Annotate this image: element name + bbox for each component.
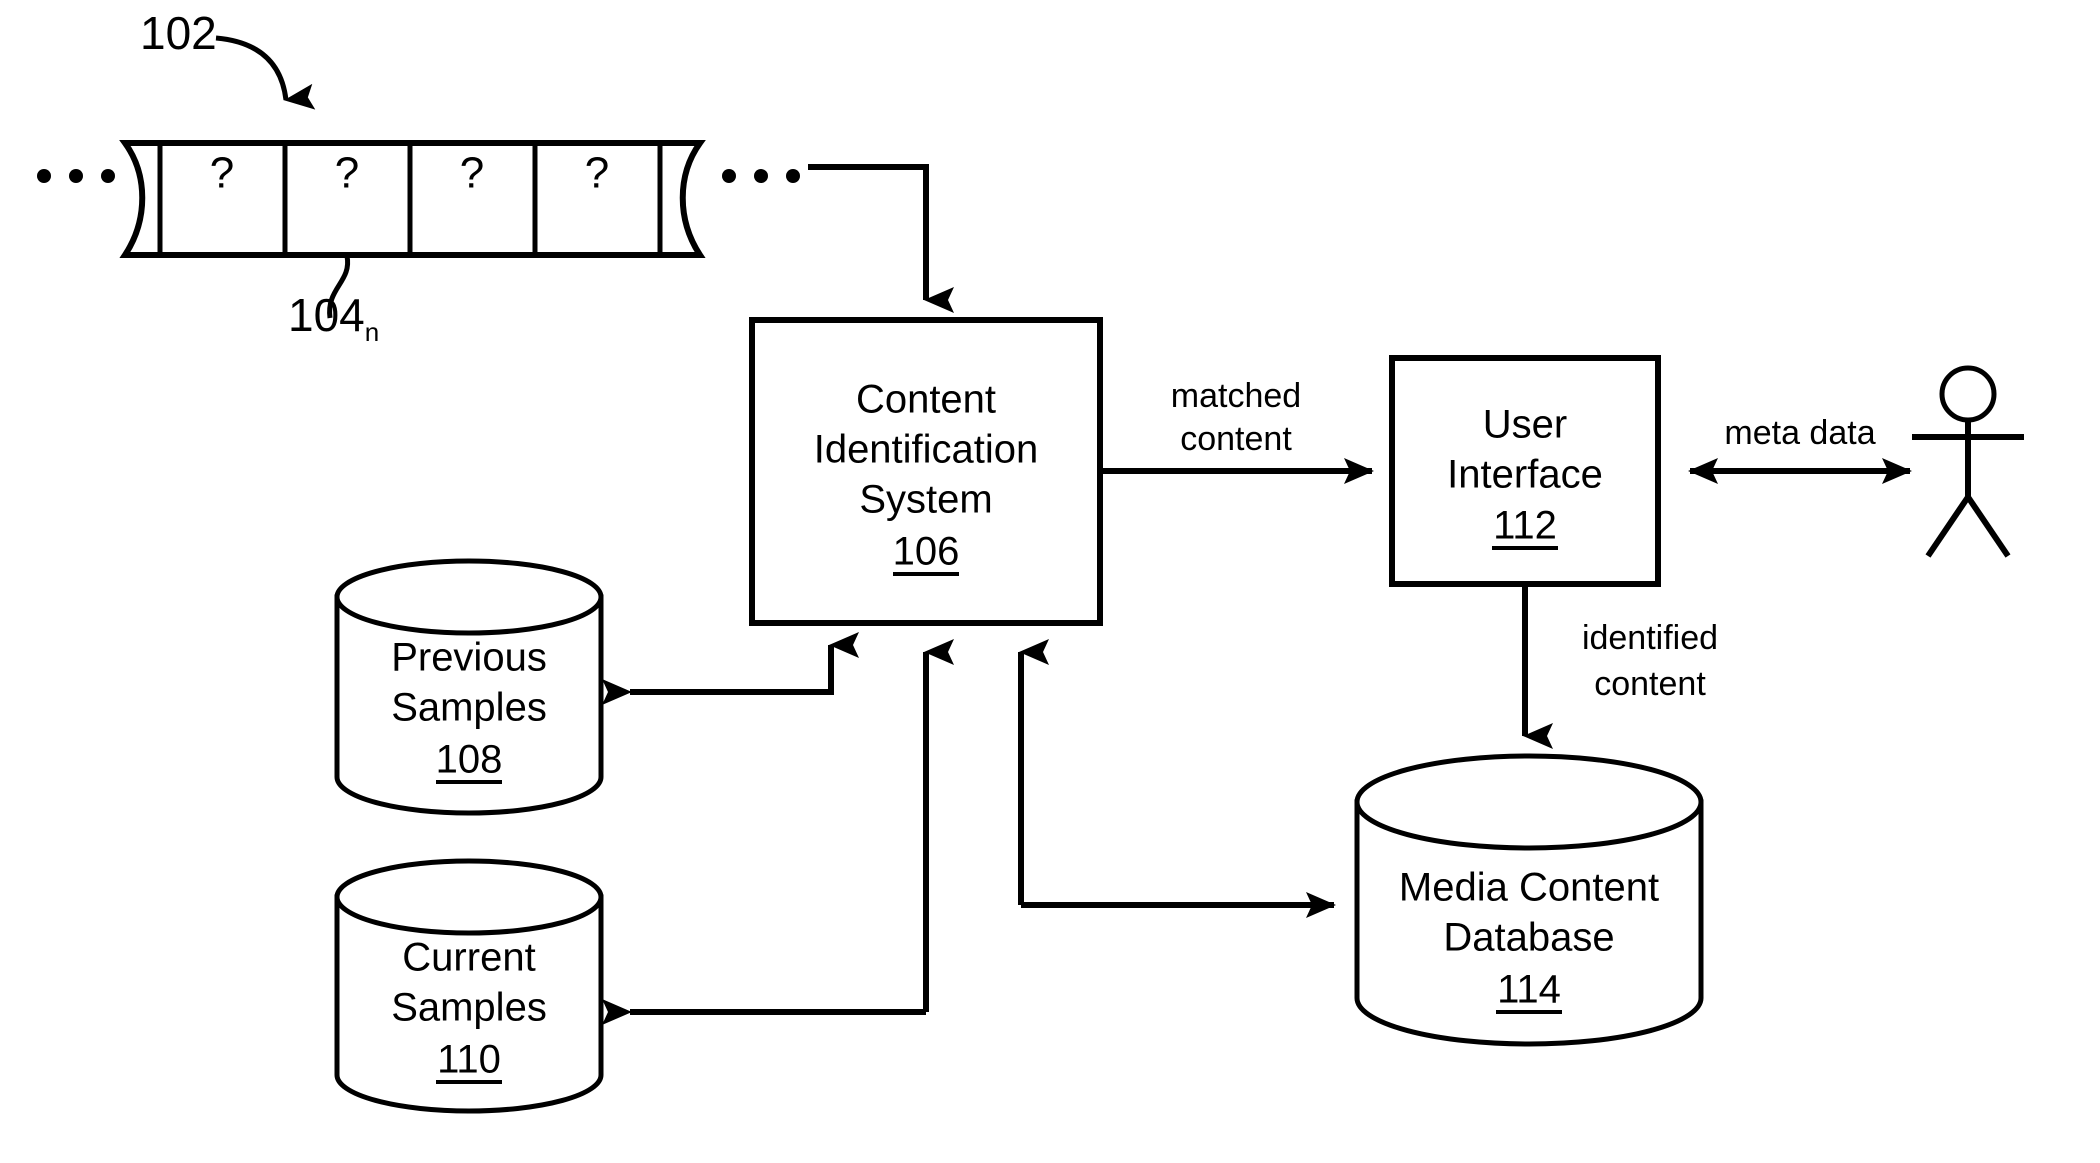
cis-label-line2: Identification	[814, 428, 1039, 472]
actor-leg-right	[1965, 495, 2011, 558]
current-samples-ref-number: 110	[437, 1038, 501, 1082]
ref-102-label: 102	[140, 7, 217, 59]
ref-104n-label: 104n	[288, 292, 379, 345]
meta-data-label: meta data	[1724, 414, 1875, 452]
stream-right-ellipsis	[722, 169, 800, 183]
ref-104n-number: 104	[288, 289, 365, 341]
ui-label-line1: User	[1483, 403, 1567, 447]
media-db-cylinder-top	[1354, 753, 1704, 851]
identified-content-label-line1: identified	[1582, 619, 1718, 657]
matched-content-label-line1: matched	[1171, 377, 1301, 415]
cis-label-line1: Content	[856, 378, 996, 422]
matched-content-label-line2: content	[1180, 420, 1292, 458]
tape-cell-2-label: ?	[460, 149, 484, 198]
identified-content-label-line2: content	[1594, 665, 1706, 703]
patent-diagram-svg: ? ? ? ? Content Identification System 10…	[37, 35, 2024, 1114]
actor-leg-left	[1925, 495, 1971, 558]
current-samples-cylinder-top	[334, 858, 604, 936]
edge-cis-to-previous-samples	[602, 632, 859, 705]
tape-cell-0-label: ?	[210, 149, 234, 198]
current-samples-label-line2: Samples	[391, 986, 547, 1030]
edge-cis-to-media-db	[1018, 639, 1336, 918]
tape-cell-3-label: ?	[585, 149, 609, 198]
user-actor-stick-figure	[1912, 365, 2024, 558]
media-db-label-line1: Media Content	[1399, 866, 1659, 910]
media-db-label-line2: Database	[1443, 916, 1614, 960]
previous-samples-label-line2: Samples	[391, 686, 547, 730]
media-db-ref-number: 114	[1497, 968, 1561, 1012]
actor-head-icon	[1939, 365, 1997, 423]
cis-label-line3: System	[859, 478, 992, 522]
ui-ref-number: 112	[1493, 504, 1557, 548]
previous-samples-ref-number: 108	[436, 738, 503, 782]
ref-102-leader-arrow	[215, 35, 316, 110]
edge-stream-to-cis	[808, 164, 954, 313]
current-samples-label-line1: Current	[402, 936, 535, 980]
previous-samples-cylinder-top	[334, 558, 604, 636]
ref-104n-subscript: n	[364, 317, 380, 348]
cis-ref-number: 106	[893, 530, 960, 574]
ui-label-line2: Interface	[1447, 453, 1603, 497]
tape-cell-1-label: ?	[335, 149, 359, 198]
figure-canvas: ? ? ? ? Content Identification System 10…	[0, 0, 2100, 1163]
stream-left-ellipsis	[37, 169, 115, 183]
previous-samples-label-line1: Previous	[391, 636, 547, 680]
edge-cis-to-current-samples	[602, 639, 954, 1025]
